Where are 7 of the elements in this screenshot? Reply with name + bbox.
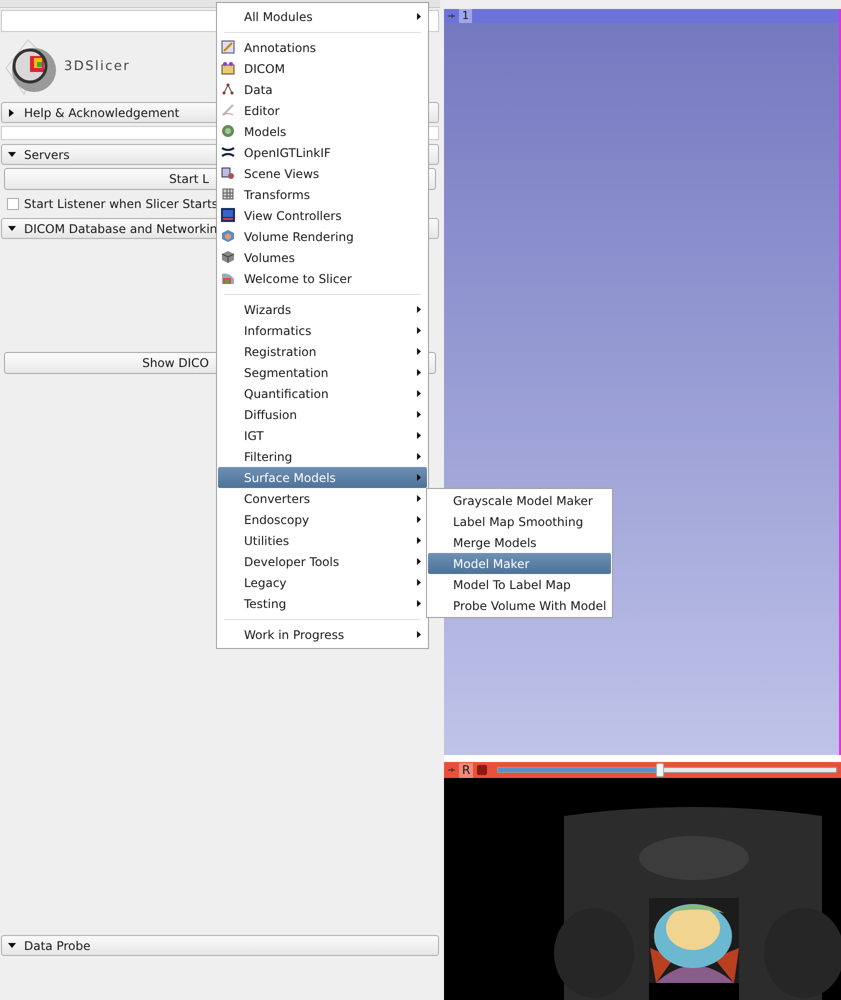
section-title: DICOM Database and Networkin bbox=[24, 220, 218, 238]
checkbox-label: Start Listener when Slicer Starts bbox=[24, 196, 218, 213]
section-title: Data Probe bbox=[24, 938, 91, 954]
logo-text: 3DSlicer bbox=[64, 58, 130, 76]
section-title: Help & Acknowledgement bbox=[24, 104, 180, 122]
view-label: 1 bbox=[459, 9, 472, 23]
section-title: Servers bbox=[24, 146, 70, 164]
